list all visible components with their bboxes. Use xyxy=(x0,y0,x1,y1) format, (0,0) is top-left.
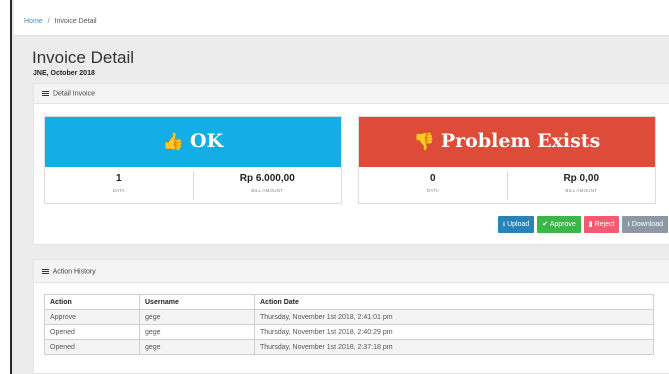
ok-data-count: 1 xyxy=(115,173,122,184)
ok-card-label: OK xyxy=(190,130,224,152)
problem-card[interactable]: 👎 Problem Exists 0 DATA Rp 0,00 BILL AMOU… xyxy=(358,116,656,204)
breadcrumb-home-link[interactable]: Home xyxy=(24,18,43,25)
cell-username: gege xyxy=(139,309,255,325)
download-button-label: Download xyxy=(631,221,663,228)
action-history-table: Action Username Action Date Approve gege… xyxy=(44,294,654,355)
detail-invoice-box: Detail Invoice 👍 OK 1 DATA Rp 6.000,00 BI… xyxy=(33,83,669,245)
column-header-username: Username xyxy=(139,294,255,310)
problem-bill-amount: Rp 0,00 xyxy=(563,173,600,184)
page-subtitle: JNE, October 2018 xyxy=(33,70,95,77)
problem-data-label: DATA xyxy=(426,188,439,193)
problem-data-count: 0 xyxy=(429,173,436,184)
cell-action-date: Thursday, November 1st 2018, 2:41:01 pm xyxy=(254,309,654,325)
problem-bill-amount-label: BILL AMOUNT xyxy=(565,188,598,193)
page-title: Invoice Detail xyxy=(32,48,135,67)
trash-icon: ▮ xyxy=(588,221,593,228)
upload-button-label: Upload xyxy=(507,221,530,228)
cell-action: Opened xyxy=(44,324,140,340)
action-history-title: Action History xyxy=(52,268,96,276)
cell-action: Opened xyxy=(44,339,140,355)
problem-card-stats: 0 DATA Rp 0,00 BILL AMOUNT xyxy=(359,167,655,204)
ok-data-label: DATA xyxy=(112,188,125,193)
action-buttons: ⭳ Upload ✔ Approve ▮ Reject ⭳ Download xyxy=(497,216,668,233)
breadcrumb-separator: / xyxy=(47,18,50,25)
ok-card-stats: 1 DATA Rp 6.000,00 BILL AMOUNT xyxy=(45,167,341,204)
problem-card-banner[interactable]: 👎 Problem Exists xyxy=(359,117,655,167)
problem-card-label: Problem Exists xyxy=(440,130,601,152)
left-sidebar-edge xyxy=(0,0,12,374)
detail-invoice-header: Detail Invoice xyxy=(34,84,669,104)
approve-button-label: Approve xyxy=(549,221,576,228)
breadcrumb-current: Invoice Detail xyxy=(54,18,97,25)
cell-username: gege xyxy=(139,339,255,355)
ok-card[interactable]: 👍 OK 1 DATA Rp 6.000,00 BILL AMOUNT xyxy=(44,116,342,204)
cell-username: gege xyxy=(139,324,255,340)
table-row: Approve gege Thursday, November 1st 2018… xyxy=(44,309,654,325)
cell-action-date: Thursday, November 1st 2018, 2:40:29 pm xyxy=(254,324,654,340)
ok-amount-stat: Rp 6.000,00 BILL AMOUNT xyxy=(192,171,342,200)
table-header-row: Action Username Action Date xyxy=(44,294,654,310)
thumbs-up-icon: 👍 xyxy=(162,132,185,152)
reject-button-label: Reject xyxy=(594,221,615,228)
approve-button[interactable]: ✔ Approve xyxy=(537,216,581,233)
main-content: Home / Invoice Detail Invoice Detail JNE… xyxy=(14,0,669,374)
breadcrumb: Home / Invoice Detail xyxy=(14,0,669,36)
detail-invoice-title: Detail Invoice xyxy=(52,90,95,98)
problem-amount-stat: Rp 0,00 BILL AMOUNT xyxy=(506,171,656,200)
upload-button[interactable]: ⭳ Upload xyxy=(497,216,535,233)
table-row: Opened gege Thursday, November 1st 2018,… xyxy=(44,339,654,355)
ok-bill-amount: Rp 6.000,00 xyxy=(239,173,295,184)
thumbs-down-icon: 👎 xyxy=(413,132,435,152)
cell-action: Approve xyxy=(44,309,140,325)
cell-action-date: Thursday, November 1st 2018, 2:37:18 pm xyxy=(254,339,654,355)
upload-icon: ⭳ xyxy=(502,221,506,228)
column-header-action-date: Action Date xyxy=(254,294,654,310)
check-icon: ✔ xyxy=(542,221,549,228)
action-history-header: Action History xyxy=(34,260,669,283)
ok-bill-amount-label: BILL AMOUNT xyxy=(251,188,284,193)
download-button[interactable]: ⭳ Download xyxy=(622,216,668,233)
column-header-action: Action xyxy=(44,294,140,310)
list-icon xyxy=(42,90,49,97)
table-row: Opened gege Thursday, November 1st 2018,… xyxy=(44,324,654,340)
ok-card-banner[interactable]: 👍 OK xyxy=(45,117,341,167)
list-icon xyxy=(42,268,49,275)
ok-data-stat: 1 DATA xyxy=(45,167,193,204)
reject-button[interactable]: ▮ Reject xyxy=(583,216,620,233)
download-icon: ⭳ xyxy=(627,221,630,228)
action-history-box: Action History Action Username Action Da… xyxy=(33,259,669,374)
problem-data-stat: 0 DATA xyxy=(359,167,507,204)
